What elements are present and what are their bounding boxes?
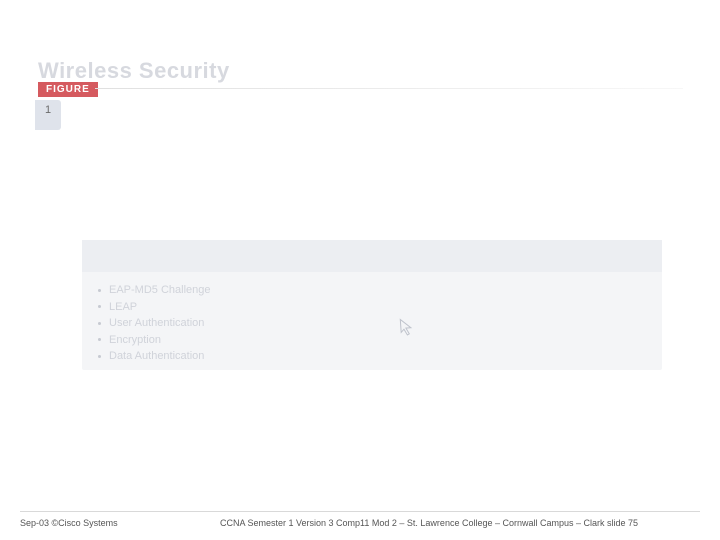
footer-center: CCNA Semester 1 Version 3 Comp11 Mod 2 –… <box>220 518 700 528</box>
bullet-text: Encryption <box>109 332 161 349</box>
footer-divider <box>20 511 700 512</box>
content-box-header <box>82 240 662 272</box>
bullet-icon <box>98 322 101 325</box>
cursor-icon <box>399 318 415 342</box>
bullet-list: EAP-MD5 Challenge LEAP User Authenticati… <box>82 272 662 365</box>
page-title: Wireless Security <box>38 58 230 84</box>
list-item: EAP-MD5 Challenge <box>98 282 662 299</box>
content-box: EAP-MD5 Challenge LEAP User Authenticati… <box>82 240 662 370</box>
list-item: LEAP <box>98 299 662 316</box>
footer: Sep-03 ©Cisco Systems CCNA Semester 1 Ve… <box>0 518 720 528</box>
bullet-text: User Authentication <box>109 315 204 332</box>
tab-strip: 1 <box>35 100 61 130</box>
bullet-icon <box>98 305 101 308</box>
bullet-text: EAP-MD5 Challenge <box>109 282 211 299</box>
bullet-icon <box>98 289 101 292</box>
figure-badge: FIGURE <box>38 82 98 97</box>
bullet-icon <box>98 338 101 341</box>
slide: Wireless Security FIGURE 1 EAP-MD5 Chall… <box>0 0 720 540</box>
list-item: User Authentication <box>98 315 662 332</box>
tab-1[interactable]: 1 <box>35 100 61 130</box>
bullet-text: Data Authentication <box>109 348 204 365</box>
title-underline <box>95 88 683 89</box>
list-item: Data Authentication <box>98 348 662 365</box>
bullet-icon <box>98 355 101 358</box>
list-item: Encryption <box>98 332 662 349</box>
bullet-text: LEAP <box>109 299 137 316</box>
footer-left: Sep-03 ©Cisco Systems <box>20 518 220 528</box>
